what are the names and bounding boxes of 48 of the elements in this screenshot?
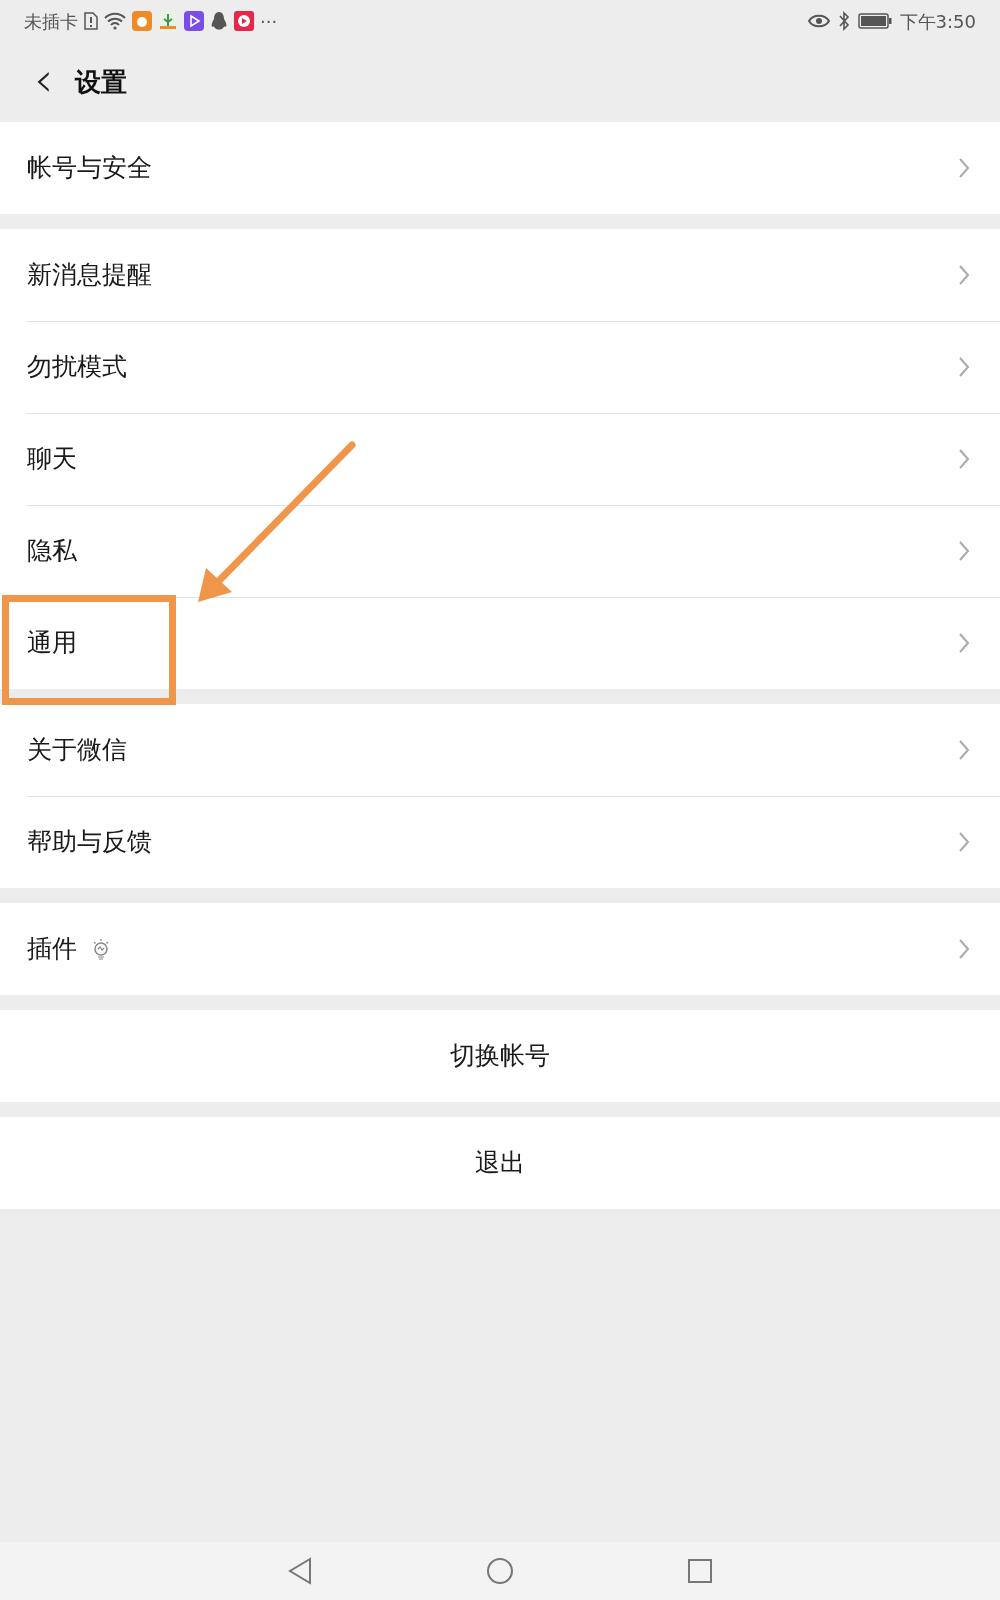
lightbulb-icon: [91, 937, 111, 961]
settings-row[interactable]: 帮助与反馈: [0, 796, 1000, 888]
chevron-icon: [958, 448, 970, 470]
overflow-text: ···: [260, 9, 278, 34]
chevron-icon: [958, 540, 970, 562]
back-nav-icon[interactable]: [286, 1557, 313, 1585]
clock-text: 下午3:50: [899, 9, 976, 34]
chevron-icon: [958, 739, 970, 761]
page-title: 设置: [75, 65, 128, 99]
home-nav-icon[interactable]: [486, 1557, 514, 1585]
row-label: 新消息提醒: [27, 259, 152, 292]
action-button[interactable]: 切换帐号: [0, 1010, 1000, 1102]
settings-row[interactable]: 勿扰模式: [0, 321, 1000, 413]
settings-row[interactable]: 帐号与安全: [0, 122, 1000, 214]
carrier-text: 未插卡: [24, 9, 78, 34]
settings-row[interactable]: 隐私: [0, 505, 1000, 597]
row-label: 聊天: [27, 443, 77, 476]
penguin-icon: [210, 11, 228, 31]
chevron-icon: [958, 938, 970, 960]
chevron-icon: [958, 264, 970, 286]
settings-row[interactable]: 关于微信: [0, 704, 1000, 796]
chevron-icon: [958, 356, 970, 378]
play-app-icon: [184, 11, 204, 31]
recents-nav-icon[interactable]: [687, 1558, 714, 1584]
settings-row[interactable]: 插件: [0, 903, 1000, 995]
chevron-icon: [958, 831, 970, 853]
action-button[interactable]: 退出: [0, 1117, 1000, 1209]
row-label: 隐私: [27, 535, 77, 568]
eye-icon: [807, 13, 830, 29]
settings-row[interactable]: 新消息提醒: [0, 229, 1000, 321]
video-app-icon: [234, 11, 254, 31]
row-label: 帐号与安全: [27, 152, 152, 185]
row-label: 插件: [27, 933, 77, 966]
settings-row[interactable]: 聊天: [0, 413, 1000, 505]
battery-icon: [857, 12, 892, 30]
bluetooth-icon: [837, 11, 850, 31]
app-icon: [132, 11, 152, 31]
row-label: 帮助与反馈: [27, 826, 152, 859]
row-label: 通用: [27, 627, 77, 660]
wifi-icon: [104, 12, 126, 30]
settings-row[interactable]: 通用: [0, 597, 1000, 689]
chevron-icon: [958, 632, 970, 654]
row-label: 勿扰模式: [27, 351, 127, 384]
back-button[interactable]: ‹: [34, 55, 54, 109]
sim-icon: [84, 12, 98, 30]
row-label: 关于微信: [27, 734, 127, 767]
app-icon: [158, 11, 178, 31]
chevron-icon: [958, 157, 970, 179]
